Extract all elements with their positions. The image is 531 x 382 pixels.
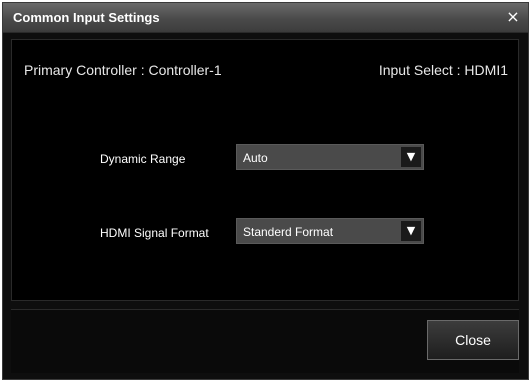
hdmi-signal-format-value: Standerd Format	[243, 225, 334, 239]
chevron-down-icon[interactable]: ▼	[401, 147, 421, 167]
chevron-down-icon[interactable]: ▼	[401, 221, 421, 241]
dialog-titlebar: Common Input Settings ×	[3, 3, 528, 33]
dynamic-range-label: Dynamic Range	[100, 152, 186, 166]
close-button[interactable]: Close	[427, 320, 519, 360]
close-icon[interactable]: ×	[504, 7, 522, 27]
input-select-label: Input Select : HDMI1	[378, 62, 508, 78]
hdmi-signal-format-label: HDMI Signal Format	[100, 226, 209, 240]
primary-controller-label: Primary Controller : Controller-1	[24, 62, 222, 78]
hdmi-signal-format-select[interactable]: Standerd Format ▼	[236, 218, 424, 244]
dialog-title: Common Input Settings	[13, 10, 160, 25]
dynamic-range-value: Auto	[243, 151, 268, 165]
dynamic-range-select[interactable]: Auto ▼	[236, 144, 424, 170]
common-input-settings-dialog: Common Input Settings × Primary Controll…	[2, 2, 529, 380]
dialog-footer: Close	[11, 309, 519, 373]
settings-panel: Primary Controller : Controller-1 Input …	[11, 39, 519, 301]
